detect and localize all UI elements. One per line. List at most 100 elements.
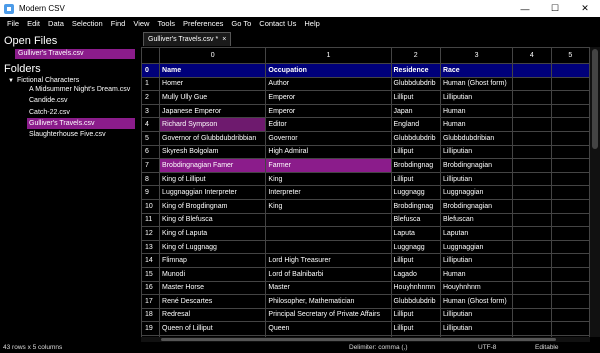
tab-close-icon[interactable]: × [222, 36, 226, 43]
table-cell[interactable]: Glubbdubdrib [390, 76, 441, 92]
table-cell[interactable]: Houyhnhnm [439, 280, 514, 296]
table-cell[interactable]: Human [439, 266, 514, 282]
column-header[interactable]: 0 [159, 47, 267, 64]
menu-view[interactable]: View [129, 19, 153, 28]
table-cell[interactable]: Lilliput [390, 144, 441, 160]
table-cell[interactable] [512, 130, 552, 146]
open-file-item[interactable]: Gulliver's Travels.csv [15, 49, 135, 59]
menu-data[interactable]: Data [44, 19, 68, 28]
table-cell[interactable] [550, 90, 590, 105]
row-number[interactable]: 0 [141, 63, 161, 78]
column-header[interactable]: 2 [390, 47, 441, 64]
row-number[interactable]: 15 [141, 266, 161, 282]
table-cell[interactable]: Human (Ghost form) [439, 76, 514, 92]
menu-tools[interactable]: Tools [153, 19, 179, 28]
maximize-button[interactable]: ☐ [540, 0, 570, 17]
table-cell[interactable] [550, 239, 590, 255]
column-header[interactable]: 1 [265, 47, 392, 64]
minimize-button[interactable]: — [510, 0, 540, 17]
table-cell[interactable]: Human (Ghost form) [439, 294, 514, 309]
table-cell[interactable]: Luggnagg [390, 239, 441, 255]
table-cell[interactable]: Brobdingnag [390, 198, 441, 214]
table-cell[interactable] [550, 280, 590, 296]
tab-gullivers-travels[interactable]: Gulliver's Travels.csv * × [143, 32, 232, 46]
table-cell[interactable]: Race [439, 63, 514, 78]
table-cell[interactable]: Richard Sympson [159, 117, 267, 132]
table-cell[interactable] [512, 280, 552, 296]
table-cell[interactable]: Lilliputian [439, 307, 514, 323]
menu-preferences[interactable]: Preferences [179, 19, 227, 28]
table-cell[interactable] [550, 185, 590, 200]
table-cell[interactable]: Lilliputian [439, 321, 514, 336]
table-cell[interactable]: Emperor [265, 90, 392, 105]
row-number[interactable]: 4 [141, 117, 161, 132]
row-number[interactable]: 13 [141, 239, 161, 255]
table-cell[interactable] [512, 239, 552, 255]
table-cell[interactable]: Flimnap [159, 253, 267, 268]
table-cell[interactable]: King [265, 198, 392, 214]
table-cell[interactable] [512, 90, 552, 105]
menu-help[interactable]: Help [300, 19, 323, 28]
table-cell[interactable]: Brobdingnagian [439, 198, 514, 214]
table-cell[interactable]: Laputa [390, 226, 441, 241]
column-header[interactable]: 5 [550, 47, 590, 64]
table-cell[interactable] [550, 171, 590, 187]
table-cell[interactable]: King of Brogdingnam [159, 198, 267, 214]
table-cell[interactable] [512, 158, 552, 173]
close-button[interactable]: ✕ [570, 0, 600, 17]
table-cell[interactable]: Queen [265, 321, 392, 336]
table-cell[interactable]: Luggnaggian Interpreter [159, 185, 267, 200]
table-cell[interactable]: King [265, 171, 392, 187]
row-number[interactable]: 17 [141, 294, 161, 309]
table-cell[interactable]: Laputan [439, 226, 514, 241]
table-cell[interactable] [512, 171, 552, 187]
tree-file-item[interactable]: Catch-22.csv [27, 107, 135, 118]
column-header[interactable]: 4 [512, 47, 552, 64]
row-number[interactable]: 1 [141, 76, 161, 92]
table-cell[interactable] [512, 321, 552, 336]
table-cell[interactable]: Emperor [265, 103, 392, 119]
corner-cell[interactable] [141, 47, 161, 64]
table-cell[interactable]: Principal Secretary of Private Affairs [265, 307, 392, 323]
row-number[interactable]: 19 [141, 321, 161, 336]
table-cell[interactable]: King of Luggnagg [159, 239, 267, 255]
table-cell[interactable]: Human [439, 117, 514, 132]
tree-file-item[interactable]: Candide.csv [27, 95, 135, 106]
table-cell[interactable]: Lord High Treasurer [265, 253, 392, 268]
table-cell[interactable]: Governor of Glubbdubdribbian [159, 130, 267, 146]
table-cell[interactable] [512, 76, 552, 92]
table-cell[interactable] [550, 198, 590, 214]
table-cell[interactable]: Houyhnhnmn [390, 280, 441, 296]
table-cell[interactable] [550, 212, 590, 228]
table-cell[interactable]: Brobdingnagian Famer [159, 158, 267, 173]
menu-find[interactable]: Find [107, 19, 130, 28]
table-cell[interactable] [550, 76, 590, 92]
table-cell[interactable] [512, 103, 552, 119]
row-number[interactable]: 8 [141, 171, 161, 187]
table-cell[interactable]: Glubbdubdrib [390, 130, 441, 146]
row-number[interactable]: 9 [141, 185, 161, 200]
table-cell[interactable]: Mully Ully Gue [159, 90, 267, 105]
menu-contact-us[interactable]: Contact Us [255, 19, 300, 28]
table-cell[interactable] [265, 226, 392, 241]
table-cell[interactable]: Lord of Balnibarbi [265, 266, 392, 282]
table-cell[interactable]: Luggnaggian [439, 185, 514, 200]
row-number[interactable]: 11 [141, 212, 161, 228]
table-cell[interactable]: Residence [390, 63, 441, 78]
table-cell[interactable] [550, 63, 590, 78]
table-cell[interactable]: England [390, 117, 441, 132]
table-cell[interactable]: Lilliputian [439, 90, 514, 105]
column-header[interactable]: 3 [439, 47, 514, 64]
table-cell[interactable]: Lagado [390, 266, 441, 282]
table-cell[interactable]: Philosopher, Mathematician [265, 294, 392, 309]
table-cell[interactable]: Japan [390, 103, 441, 119]
row-number[interactable]: 3 [141, 103, 161, 119]
row-number[interactable]: 18 [141, 307, 161, 323]
table-cell[interactable]: Lilliput [390, 90, 441, 105]
menu-file[interactable]: File [3, 19, 23, 28]
table-cell[interactable]: King of Blefusca [159, 212, 267, 228]
scrollbar-thumb[interactable] [161, 338, 556, 341]
table-cell[interactable]: Queen of Lilliput [159, 321, 267, 336]
table-cell[interactable] [550, 103, 590, 119]
table-cell[interactable]: Editor [265, 117, 392, 132]
